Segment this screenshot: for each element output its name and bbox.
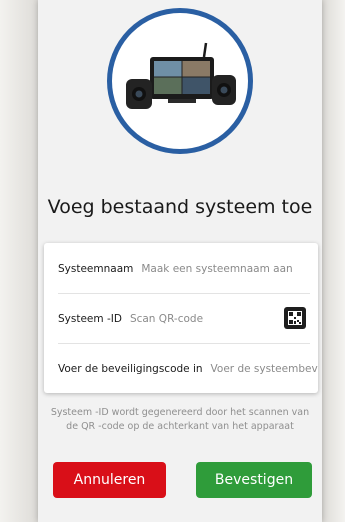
system-name-field[interactable]: Systeemnaam Maak een systeemnaam aan bbox=[58, 245, 318, 293]
dialog-title: Voeg bestaand systeem toe bbox=[47, 196, 313, 218]
system-id-field[interactable]: Systeem -ID Scan QR-code bbox=[58, 295, 318, 343]
system-name-input[interactable]: Maak een systeemnaam aan bbox=[141, 263, 292, 275]
background-right bbox=[322, 0, 345, 522]
system-id-hint: Systeem -ID wordt gegenereerd door het s… bbox=[50, 407, 310, 432]
dialog-screen: Voeg bestaand systeem toe Systeemnaam Ma… bbox=[38, 0, 322, 522]
cancel-button[interactable]: Annuleren bbox=[53, 462, 166, 498]
confirm-button[interactable]: Bevestigen bbox=[196, 462, 312, 498]
divider bbox=[58, 293, 310, 294]
security-code-field[interactable]: Voer de beveiligingscode in Voer de syst… bbox=[58, 345, 318, 393]
qr-code-icon[interactable] bbox=[284, 307, 306, 329]
camera-system-illustration bbox=[107, 8, 253, 154]
background-left bbox=[0, 0, 38, 522]
camera-system-icon bbox=[126, 42, 236, 109]
system-id-label: Systeem -ID bbox=[58, 313, 122, 325]
system-id-input[interactable]: Scan QR-code bbox=[130, 313, 203, 325]
form-card: Systeemnaam Maak een systeemnaam aan Sys… bbox=[44, 243, 318, 393]
divider bbox=[58, 343, 310, 344]
security-code-input[interactable]: Voer de systeembeveil bbox=[211, 363, 318, 375]
system-name-label: Systeemnaam bbox=[58, 263, 134, 275]
security-code-label: Voer de beveiligingscode in bbox=[58, 363, 203, 375]
